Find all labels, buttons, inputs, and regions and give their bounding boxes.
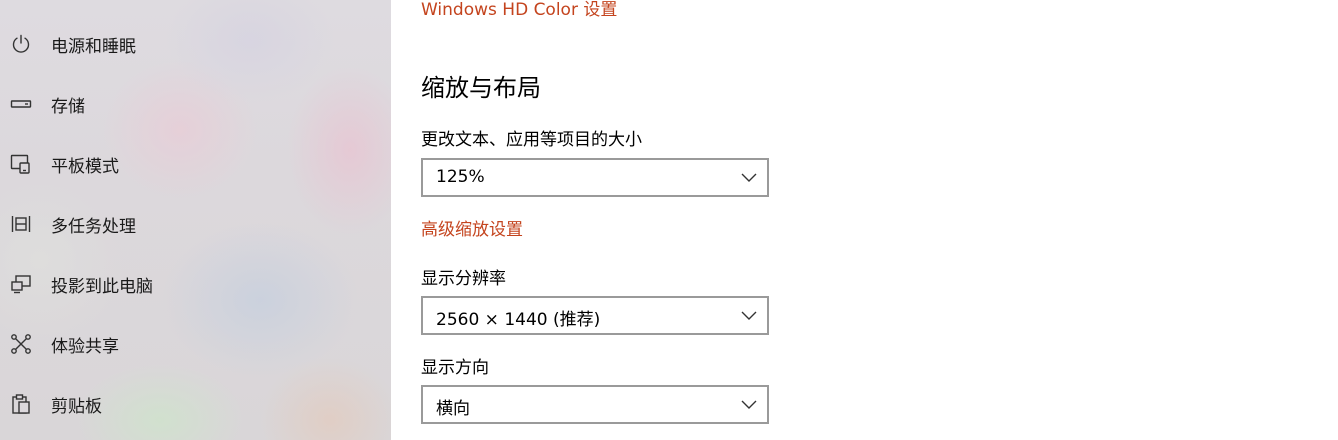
resolution-value: 2560 × 1440 (推荐) — [436, 310, 601, 330]
storage-icon — [10, 93, 32, 115]
sidebar-item-clipboard[interactable]: 剪贴板 — [0, 381, 391, 427]
sidebar-item-label: 多任务处理 — [51, 216, 136, 237]
sidebar-item-label: 剪贴板 — [51, 396, 102, 417]
sidebar-item-label: 投影到此电脑 — [51, 276, 153, 297]
sidebar-item-power-sleep[interactable]: 电源和睡眠 — [0, 21, 391, 67]
multitasking-icon — [10, 213, 32, 235]
sidebar-item-label: 电源和睡眠 — [51, 36, 136, 57]
sidebar-item-multitasking[interactable]: 多任务处理 — [0, 201, 391, 247]
resolution-dropdown[interactable]: 2560 × 1440 (推荐) — [421, 296, 769, 335]
sidebar-item-shared-experiences[interactable]: 体验共享 — [0, 321, 391, 367]
orientation-value: 横向 — [436, 399, 470, 419]
advanced-scaling-link[interactable]: 高级缩放设置 — [421, 215, 523, 240]
clipboard-icon — [10, 393, 32, 415]
chevron-down-icon — [741, 173, 757, 182]
sidebar-item-label: 平板模式 — [51, 156, 119, 177]
sidebar-item-storage[interactable]: 存储 — [0, 81, 391, 127]
orientation-dropdown[interactable]: 横向 — [421, 385, 769, 424]
project-icon — [10, 273, 32, 295]
chevron-down-icon — [741, 400, 757, 409]
text-size-value: 125% — [436, 167, 485, 187]
chevron-down-icon — [741, 311, 757, 320]
text-size-dropdown[interactable]: 125% — [421, 158, 769, 197]
power-icon — [10, 33, 32, 55]
settings-window: 电源和睡眠 存储 平板模式 多任务处理 投影到此电脑 体验共享 剪贴板 Wind… — [0, 0, 1338, 440]
tablet-mode-icon — [10, 153, 32, 175]
sidebar-item-label: 存储 — [51, 96, 85, 117]
shared-experiences-icon — [10, 333, 32, 355]
sidebar: 电源和睡眠 存储 平板模式 多任务处理 投影到此电脑 体验共享 剪贴板 — [0, 0, 391, 440]
sidebar-item-label: 体验共享 — [51, 336, 119, 357]
display-settings-pane: Windows HD Color 设置 缩放与布局 更改文本、应用等项目的大小 … — [391, 0, 1338, 440]
text-size-label: 更改文本、应用等项目的大小 — [421, 130, 642, 150]
sidebar-item-project-to-pc[interactable]: 投影到此电脑 — [0, 261, 391, 307]
hd-color-settings-link[interactable]: Windows HD Color 设置 — [421, 0, 617, 20]
scale-layout-heading: 缩放与布局 — [421, 74, 541, 102]
sidebar-item-tablet-mode[interactable]: 平板模式 — [0, 141, 391, 187]
orientation-label: 显示方向 — [421, 358, 489, 378]
resolution-label: 显示分辨率 — [421, 269, 506, 289]
